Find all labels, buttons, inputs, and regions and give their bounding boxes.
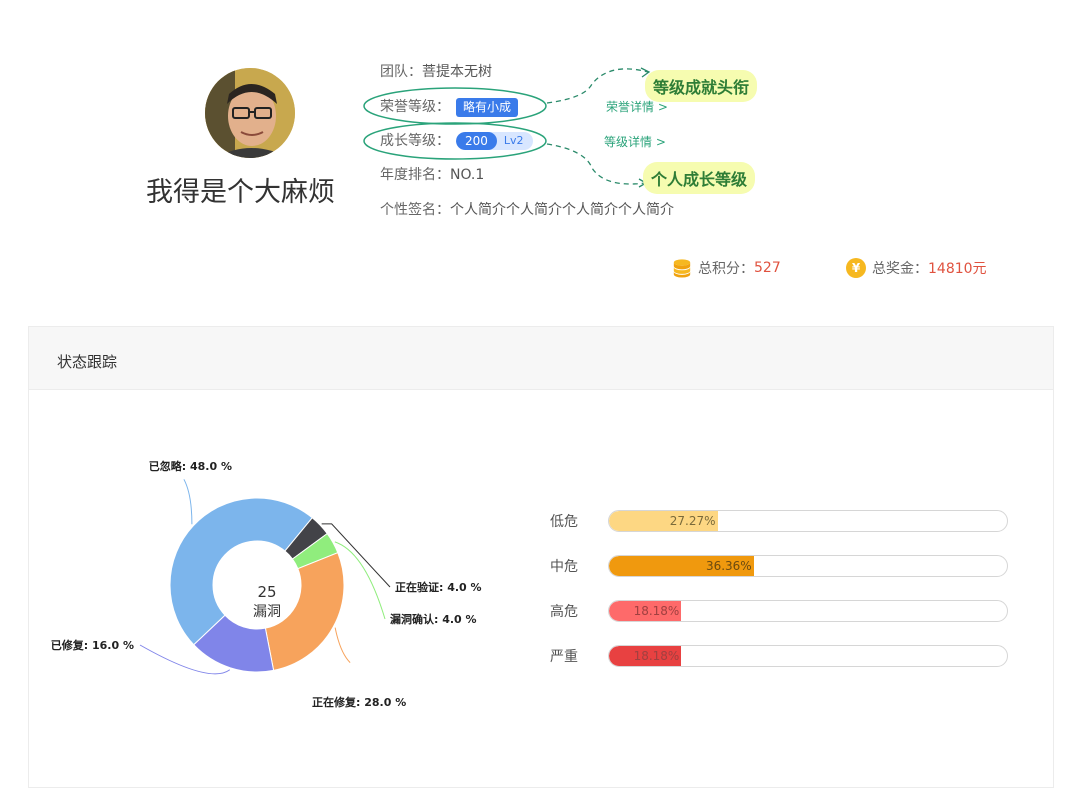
bar-value-label: 18.18% <box>633 604 680 618</box>
donut-leader-line <box>183 479 193 525</box>
bar-track: 18.18% <box>608 600 1008 622</box>
donut-label: 正在修复: 28.0 % <box>312 695 406 709</box>
points-value: 527 <box>754 260 781 276</box>
donut-center-value: 25 <box>257 583 276 601</box>
growth-callout-connector <box>546 143 646 185</box>
donut-center-label: 漏洞 <box>253 604 281 620</box>
bar-value-label: 36.36% <box>705 559 752 573</box>
points-label: 总积分： <box>698 261 754 277</box>
severity-bar-chart: 低危 27.27% 中危 36.36% 高危 18.18% 严重 18.18% <box>540 500 1020 680</box>
points-stat: 总积分： 527 <box>672 258 781 278</box>
bar-track: 18.18% <box>608 645 1008 667</box>
panel-header: 状态跟踪 <box>29 327 1053 390</box>
donut-label: 正在验证: 4.0 % <box>395 580 482 594</box>
bonus-label: 总奖金： <box>872 261 928 277</box>
bar-category-label: 中危 <box>550 559 578 575</box>
bar-track: 36.36% <box>608 555 1008 577</box>
growth-highlight-ring <box>363 122 547 160</box>
bar-value-label: 18.18% <box>633 649 680 663</box>
yen-coin-icon: ¥ <box>846 258 866 278</box>
donut-label: 已忽略: 48.0 % <box>149 459 232 473</box>
bonus-stat: ¥ 总奖金： 14810元 <box>846 258 987 278</box>
donut-label: 已修复: 16.0 % <box>51 638 134 652</box>
donut-label: 漏洞确认: 4.0 % <box>390 612 477 626</box>
bar-track: 27.27% <box>608 510 1008 532</box>
growth-detail-link[interactable]: 等级详情 > <box>604 133 666 150</box>
bar-category-label: 严重 <box>550 649 578 665</box>
panel-title: 状态跟踪 <box>57 353 118 371</box>
bar-value-label: 27.27% <box>669 514 716 528</box>
donut-leader-line <box>334 627 351 663</box>
title-callout: 等级成就头衔 <box>645 70 758 102</box>
vulnerability-donut-chart: 已忽略: 48.0 % 正在验证: 4.0 % 漏洞确认: 4.0 % 正在修复: 2… <box>51 459 482 709</box>
honor-highlight-ring <box>363 87 547 125</box>
bar-category-label: 低危 <box>550 514 578 530</box>
bonus-value: 14810元 <box>928 261 987 277</box>
bar-category-label: 高危 <box>550 604 578 620</box>
coin-stack-icon <box>672 258 692 278</box>
annotation-overlay <box>363 67 651 188</box>
growth-callout: 个人成长等级 <box>643 162 756 194</box>
